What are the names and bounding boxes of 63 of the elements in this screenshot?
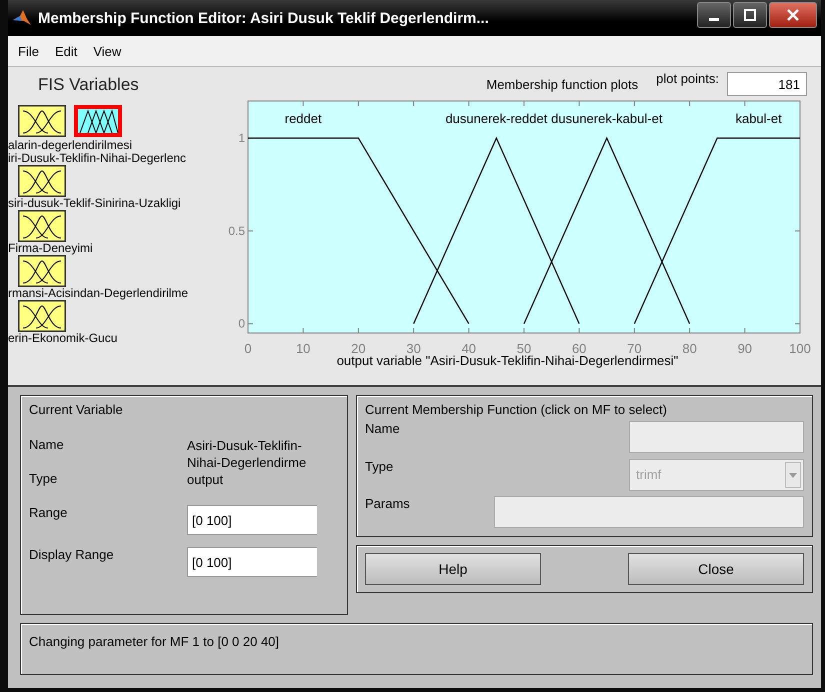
field-label: Name [29, 437, 65, 454]
minimize-icon [709, 18, 719, 20]
field-label: Name [365, 421, 400, 436]
variable-label: iri-Dusuk-Teklifin-Nihai-Degerlenc [8, 152, 186, 165]
window-title: Membership Function Editor: Asiri Dusuk Teklif Degerlendirm... [38, 10, 490, 26]
curve-label: dusunerek-reddet [445, 111, 548, 126]
tick-label: 40 [462, 341, 476, 356]
plot-points-field[interactable]: 181 [727, 72, 807, 96]
dialog-button[interactable]: Help [365, 553, 541, 585]
membership-curve[interactable] [523, 136, 690, 324]
menu-item[interactable]: View [87, 42, 128, 60]
membership-curve[interactable] [413, 136, 580, 324]
variable-icon[interactable] [74, 105, 122, 137]
curve-label: reddet [284, 111, 322, 126]
field-label: Type [29, 471, 58, 488]
tick-label: 1 [238, 131, 245, 146]
field-label: plot points: [656, 71, 719, 86]
variable-icon[interactable] [18, 300, 66, 332]
menu-item[interactable]: File [12, 42, 45, 60]
variable-icon[interactable] [18, 105, 66, 137]
field-label: Range [29, 505, 68, 522]
variable-icon[interactable] [18, 165, 66, 197]
tick-label: 0 [238, 316, 245, 331]
variable-icon[interactable] [18, 255, 66, 287]
close-button[interactable] [769, 2, 817, 28]
variable-label: siri-dusuk-Teklif-Sinirina-Uzakligi [8, 197, 181, 210]
tick-label: 50 [516, 341, 532, 356]
tick-label: 70 [627, 341, 642, 356]
variable-label: rmansi-Acisindan-Degerlendirilme [8, 287, 188, 300]
input-field[interactable]: [0 100] [187, 547, 317, 577]
tick-label: 0.5 [228, 224, 245, 238]
tick-label: 60 [572, 341, 586, 356]
plot-title: Membership function plots [486, 76, 638, 92]
variable-label: erin-Ekonomik-Gucu [8, 332, 118, 345]
tick-label: 90 [738, 341, 752, 356]
app-logo-icon [12, 9, 32, 27]
panel-title: Current Variable [29, 402, 124, 417]
variable-label: alarin-degerlendirilmesi [8, 139, 132, 152]
tick-label: 30 [406, 341, 421, 356]
minimize-button[interactable] [697, 2, 731, 28]
dialog-button[interactable]: Close [628, 553, 804, 585]
variable-label: Firma-Deneyimi [8, 242, 93, 255]
panel-title: Current Membership Function (click on MF to select) [365, 402, 668, 417]
curve-label: kabul-et [735, 111, 782, 126]
field-label: Params [365, 496, 410, 512]
tick-label: 20 [351, 341, 366, 356]
close-icon [786, 9, 800, 21]
tick-label: 0 [244, 341, 252, 356]
panel-title: FIS Variables [38, 75, 140, 95]
axis-label: output variable "Asiri-Dusuk-Teklifin-Nihai-Degerlendirmesi" [336, 353, 678, 368]
curve-label: dusunerek-kabul-et [551, 111, 662, 126]
tick-label: 80 [682, 341, 697, 356]
status-text: Changing parameter for MF 1 to [0 0 20 40] [29, 634, 280, 649]
field-label: Display Range [29, 547, 115, 564]
maximize-icon [744, 9, 756, 21]
menu-item[interactable]: Edit [48, 42, 84, 60]
tick-label: 10 [296, 341, 310, 356]
tick-label: 100 [789, 341, 811, 356]
variable-icon[interactable] [18, 210, 66, 242]
field-label: Type [365, 458, 394, 474]
maximize-button[interactable] [733, 2, 767, 28]
input-field[interactable]: [0 100] [187, 505, 317, 535]
field-value: output [187, 471, 224, 489]
